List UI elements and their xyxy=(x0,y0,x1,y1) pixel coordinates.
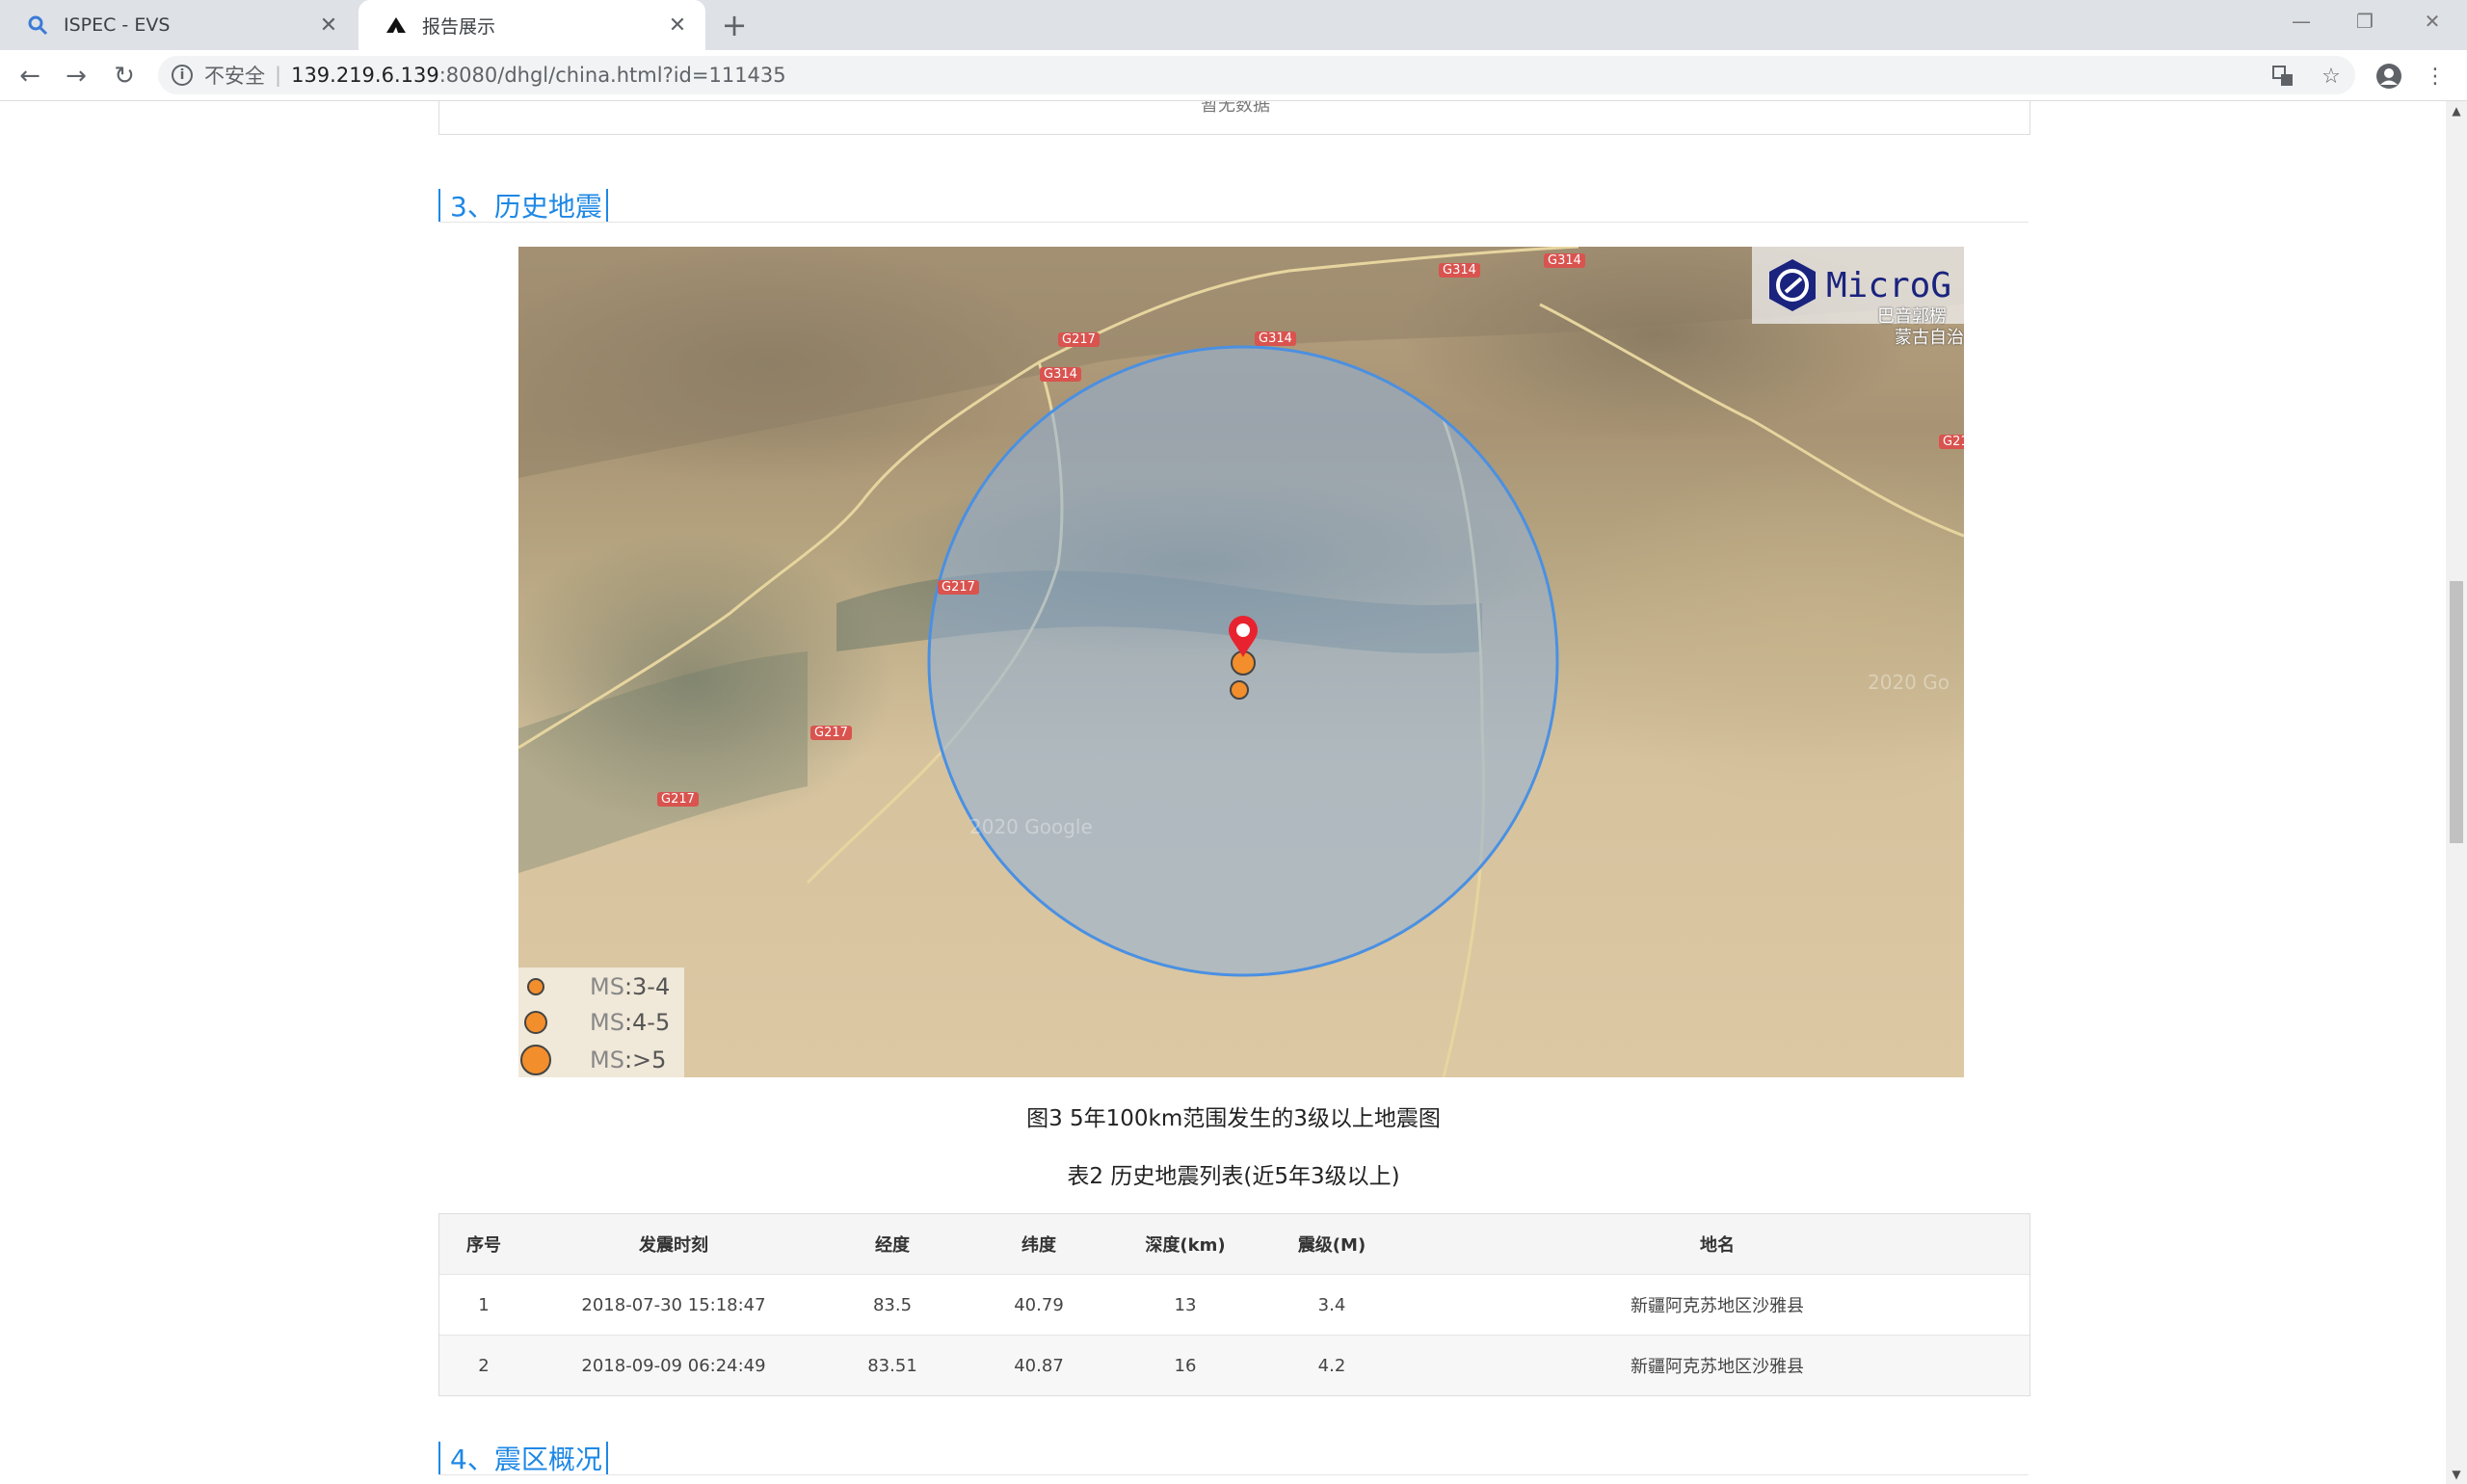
table-cell: 40.87 xyxy=(966,1335,1112,1395)
table-cell: 4.2 xyxy=(1259,1335,1405,1395)
search-icon xyxy=(25,13,50,38)
column-header: 震级(M) xyxy=(1259,1214,1405,1275)
table-cell: 40.79 xyxy=(966,1274,1112,1336)
table-row: 1 2018-07-30 15:18:47 83.5 40.79 13 3.4 … xyxy=(439,1274,2029,1336)
logo-text: MicroG xyxy=(1825,265,1952,305)
address-bar[interactable]: i 不安全 | 139.219.6.139 :8080/dhgl/china.h… xyxy=(158,56,2355,94)
table-cell: 16 xyxy=(1112,1335,1259,1395)
road-label: G314 xyxy=(1439,263,1480,278)
menu-icon[interactable]: ⋮ xyxy=(2421,62,2450,91)
forward-icon[interactable]: → xyxy=(60,60,93,93)
table-cell: 2 xyxy=(439,1335,528,1395)
table-cell: 83.51 xyxy=(819,1335,966,1395)
legend-item: MS:>5 xyxy=(518,1045,666,1075)
profile-icon[interactable] xyxy=(2374,62,2403,91)
column-header: 发震时刻 xyxy=(528,1214,819,1275)
page-scrollbar[interactable]: ▲ ▼ xyxy=(2446,101,2467,1484)
previous-table: 暂无数据 xyxy=(438,101,2030,135)
road-label: G217 xyxy=(657,792,699,807)
page-content: 暂无数据 3、历史地震 G314 G314 G217 G314 G314 G21… xyxy=(0,101,2446,1484)
table-cell: 1 xyxy=(439,1274,528,1336)
table-cell: 新疆阿克苏地区沙雅县 xyxy=(1405,1335,2029,1395)
section-title-text: 3、历史地震 xyxy=(450,191,602,223)
scrollbar-thumb[interactable] xyxy=(2450,581,2463,843)
tab-title: 报告展示 xyxy=(422,15,496,38)
bookmark-star-icon[interactable]: ☆ xyxy=(2317,62,2346,91)
earthquake-marker xyxy=(1230,680,1249,700)
column-header: 地名 xyxy=(1405,1214,2029,1275)
info-icon[interactable]: i xyxy=(172,65,193,86)
browser-toolbar: ← → ↻ i 不安全 | 139.219.6.139 :8080/dhgl/c… xyxy=(0,50,2467,101)
earthquake-map[interactable]: G314 G314 G217 G314 G314 G217 G217 G217 … xyxy=(518,247,1964,1077)
section-title-overview: 4、震区概况 xyxy=(438,1439,608,1477)
table-cell: 2018-09-09 06:24:49 xyxy=(528,1335,819,1395)
marker-small-icon xyxy=(527,978,544,995)
scroll-up-icon[interactable]: ▲ xyxy=(2446,101,2467,120)
url-host: 139.219.6.139 xyxy=(291,64,439,87)
column-header: 深度(km) xyxy=(1112,1214,1259,1275)
reload-icon[interactable]: ↻ xyxy=(108,60,141,93)
tab-strip: ISPEC - EVS ✕ 报告展示 ✕ + — ❐ ✕ xyxy=(0,0,2467,50)
marker-large-icon xyxy=(520,1045,551,1075)
column-header: 序号 xyxy=(439,1214,528,1275)
tab-ispec[interactable]: ISPEC - EVS ✕ xyxy=(0,0,357,50)
map-overlay xyxy=(518,247,1964,1077)
translate-icon[interactable] xyxy=(2268,62,2297,91)
road-label: G314 xyxy=(1040,367,1081,382)
earthquake-table: 序号 发震时刻 经度 纬度 深度(km) 震级(M) 地名 1 2018-07-… xyxy=(438,1213,2030,1396)
security-label: 不安全 xyxy=(204,65,265,88)
new-tab-button[interactable]: + xyxy=(717,7,752,43)
road-label: G217 xyxy=(1058,332,1100,347)
column-header: 经度 xyxy=(819,1214,966,1275)
section-divider xyxy=(438,222,2029,223)
table-cell: 新疆阿克苏地区沙雅县 xyxy=(1405,1274,2029,1336)
map-watermark: 2020 Google xyxy=(969,815,1093,838)
back-icon[interactable]: ← xyxy=(13,60,46,93)
figure-caption: 图3 5年100km范围发生的3级以上地震图 xyxy=(1026,1106,1441,1131)
url-path: :8080/dhgl/china.html?id=111435 xyxy=(438,64,786,87)
section-title-history: 3、历史地震 xyxy=(438,186,608,225)
road-label: G314 xyxy=(1544,253,1585,268)
section-divider xyxy=(438,1474,2029,1475)
close-icon[interactable]: ✕ xyxy=(663,11,692,40)
minimize-button[interactable]: — xyxy=(2272,6,2330,37)
section-title-text: 4、震区概况 xyxy=(450,1444,602,1475)
app-logo-icon xyxy=(384,13,409,38)
road-label: G217 xyxy=(810,726,852,740)
legend-item: MS:4-5 xyxy=(518,1009,670,1036)
scroll-down-icon[interactable]: ▼ xyxy=(2446,1465,2467,1484)
microg-logo-icon xyxy=(1768,259,1816,311)
marker-medium-icon xyxy=(524,1011,547,1034)
map-legend: MS:3-4 MS:4-5 MS:>5 xyxy=(518,967,684,1077)
tab-title: ISPEC - EVS xyxy=(64,14,171,36)
table-header-row: 序号 发震时刻 经度 纬度 深度(km) 震级(M) 地名 xyxy=(439,1214,2029,1275)
table-row: 2 2018-09-09 06:24:49 83.51 40.87 16 4.2… xyxy=(439,1335,2029,1395)
place-label: 蒙古自治 xyxy=(1895,328,1964,348)
tab-report[interactable]: 报告展示 ✕ xyxy=(358,0,705,50)
road-label: G21 xyxy=(1939,435,1964,449)
table-cell: 3.4 xyxy=(1259,1274,1405,1336)
road-label: G217 xyxy=(938,580,979,595)
restore-button[interactable]: ❐ xyxy=(2336,6,2394,37)
road-label: G314 xyxy=(1255,331,1296,346)
column-header: 纬度 xyxy=(966,1214,1112,1275)
legend-item: MS:3-4 xyxy=(518,973,670,1000)
empty-data-text: 暂无数据 xyxy=(1201,101,1270,116)
table-cell: 13 xyxy=(1112,1274,1259,1336)
window-close-button[interactable]: ✕ xyxy=(2403,6,2461,37)
close-icon[interactable]: ✕ xyxy=(314,11,343,40)
table-cell: 83.5 xyxy=(819,1274,966,1336)
divider: | xyxy=(275,64,282,87)
table-cell: 2018-07-30 15:18:47 xyxy=(528,1274,819,1336)
map-watermark: 2020 Go xyxy=(1868,671,1950,694)
table-caption: 表2 历史地震列表(近5年3级以上) xyxy=(1067,1164,1400,1189)
